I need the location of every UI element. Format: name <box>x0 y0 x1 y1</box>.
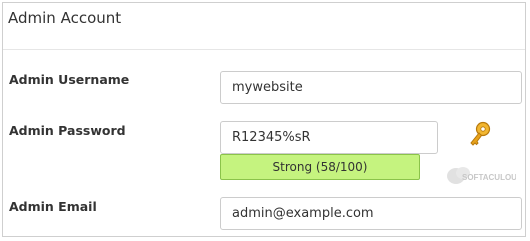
watermark-logo: SOFTACULOUS <box>447 167 516 184</box>
admin-username-input[interactable] <box>220 71 522 104</box>
admin-email-label: Admin Email <box>9 199 97 214</box>
password-strength-meter: Strong (58/100) <box>220 154 420 180</box>
generate-password-button[interactable] <box>468 121 492 149</box>
admin-username-label: Admin Username <box>9 72 130 87</box>
svg-text:SOFTACULOUS: SOFTACULOUS <box>462 173 516 182</box>
admin-account-panel: Admin Account Admin Username Admin Passw… <box>2 2 526 237</box>
admin-email-input[interactable] <box>220 197 522 230</box>
admin-password-input[interactable] <box>220 121 438 154</box>
key-icon <box>470 121 491 146</box>
panel-title: Admin Account <box>8 9 122 27</box>
admin-password-label: Admin Password <box>9 123 126 138</box>
title-divider <box>3 49 525 50</box>
